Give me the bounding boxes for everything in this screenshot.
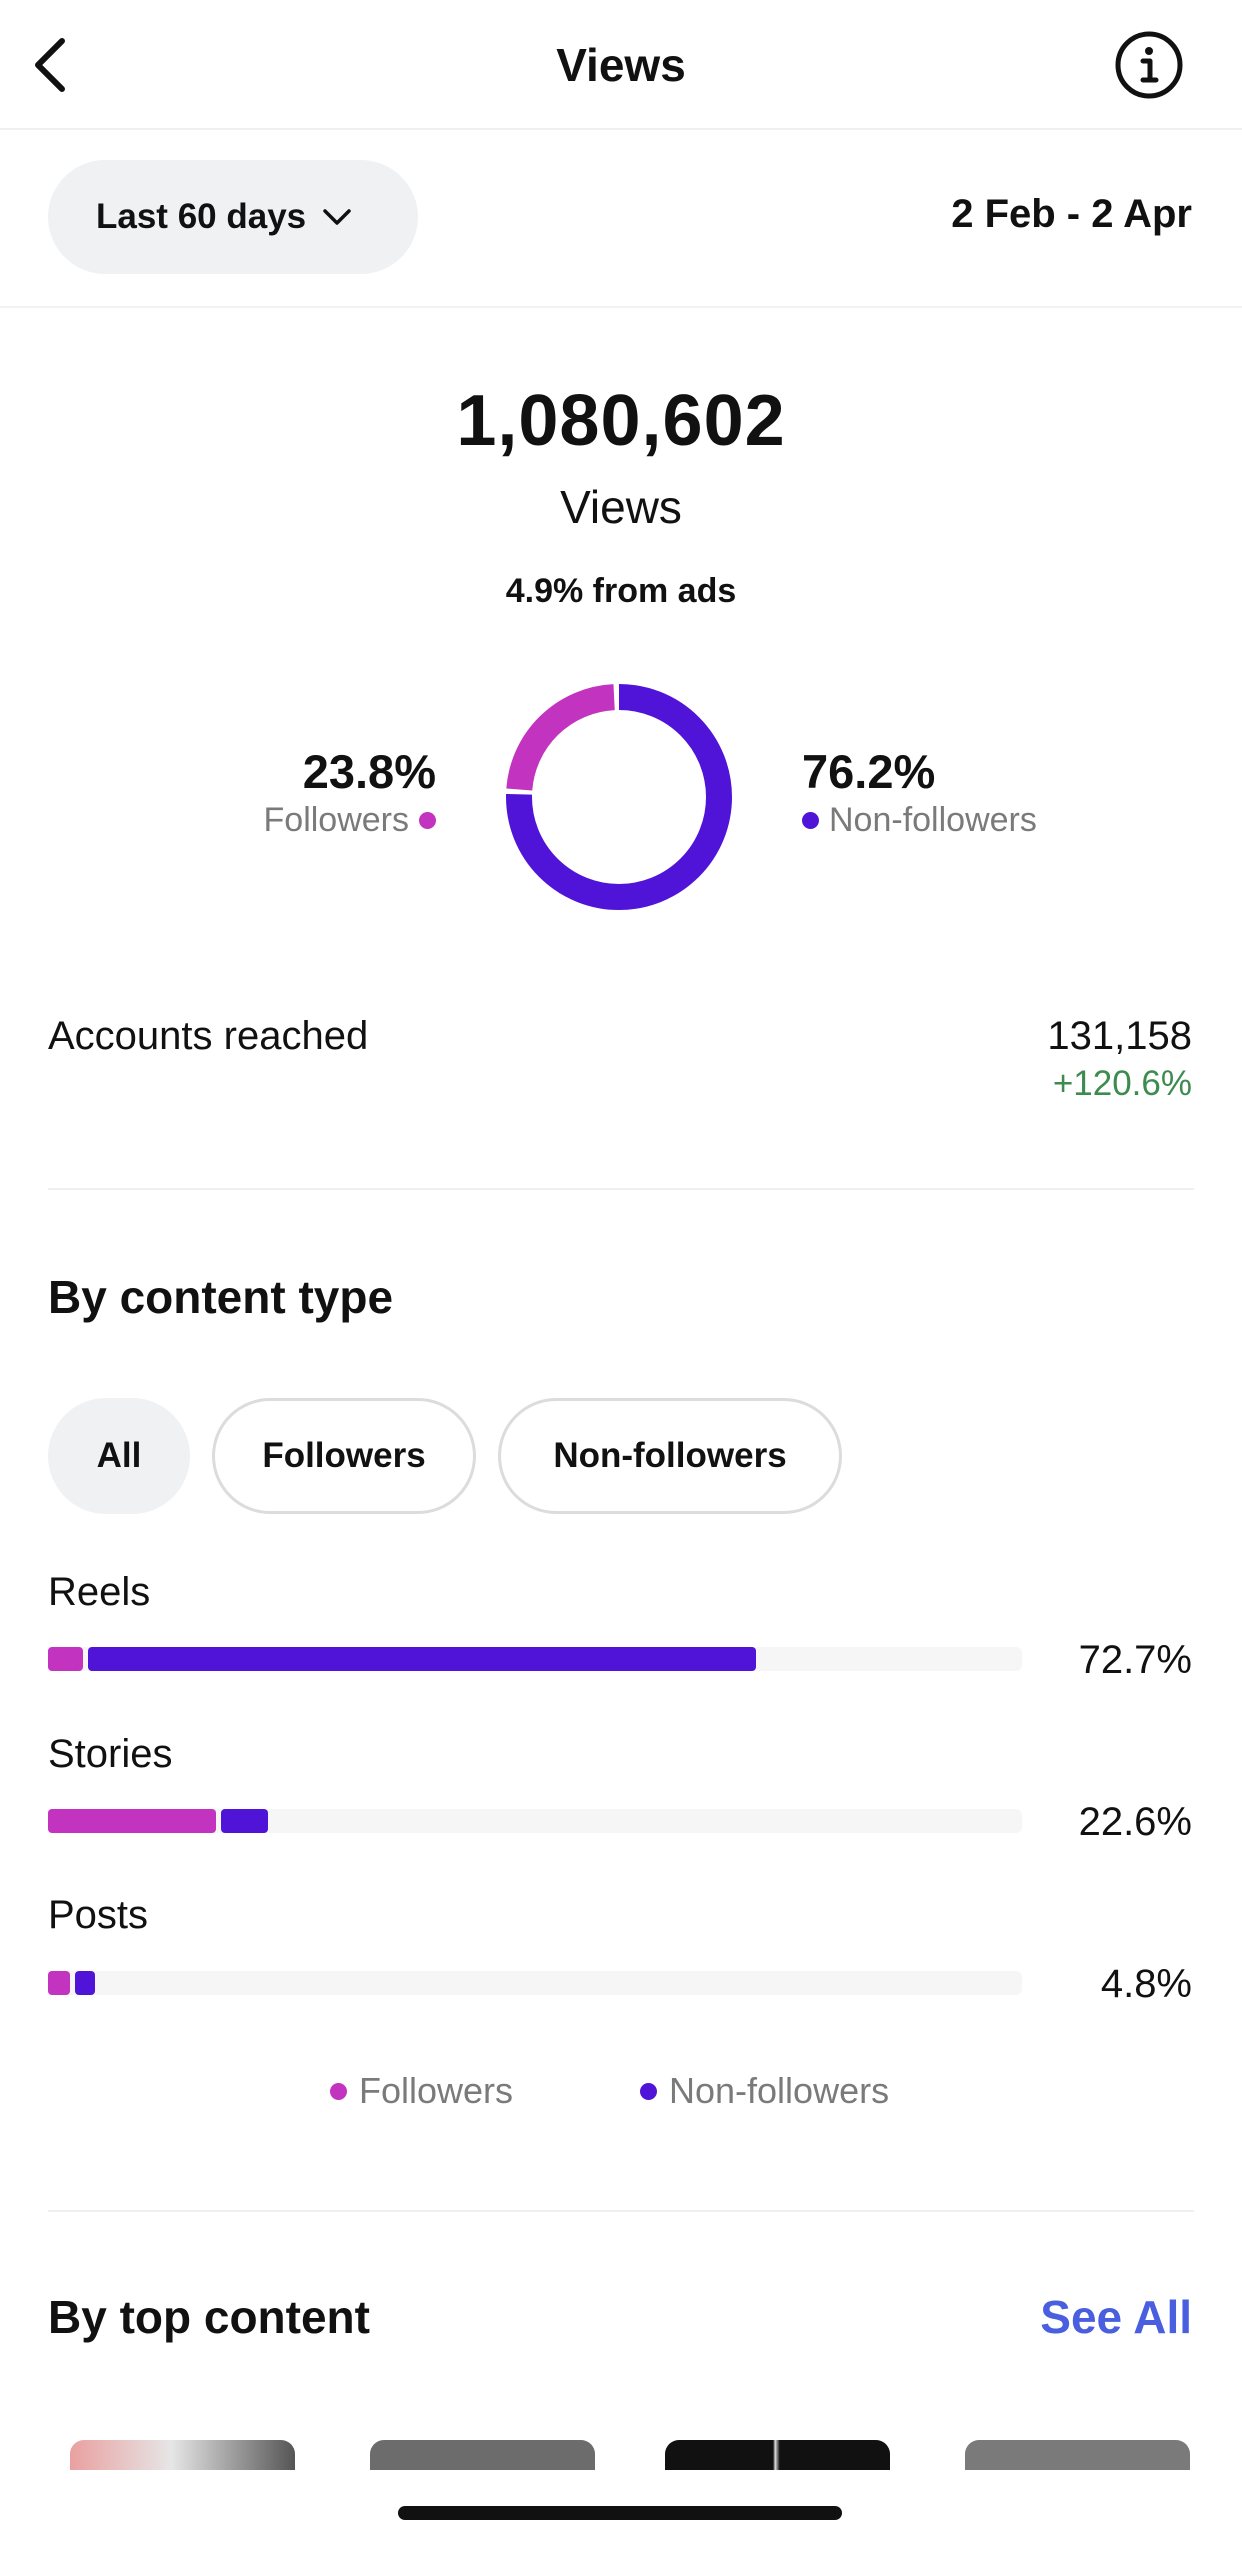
chevron-down-icon — [323, 209, 351, 225]
accounts-reached-change: +120.6% — [1052, 1064, 1192, 1103]
followers-label: Followers — [263, 801, 409, 839]
info-button[interactable] — [1114, 30, 1184, 100]
nonfollowers-dot — [802, 812, 819, 829]
content-type-title: By content type — [48, 1271, 394, 1323]
nonfollowers-percent: 76.2% — [802, 745, 936, 798]
top-content-thumbnail[interactable] — [370, 2440, 595, 2470]
reels-percent: 72.7% — [1078, 1638, 1192, 1682]
divider — [48, 2210, 1194, 2212]
total-views: 1,080,602 — [456, 381, 786, 461]
reels-label: Reels — [48, 1570, 151, 1614]
nonfollowers-share: 76.2% Non-followers — [802, 744, 1037, 840]
reels-nonfollowers-segment — [87, 1647, 757, 1671]
total-views-label: Views — [560, 481, 682, 533]
date-range-text: 2 Feb - 2 Apr — [951, 192, 1192, 236]
date-range-dropdown[interactable]: Last 60 days — [48, 160, 418, 274]
top-content-thumbnail[interactable] — [70, 2440, 295, 2470]
legend-followers: Followers — [330, 2070, 513, 2112]
stories-nonfollowers-segment — [221, 1809, 269, 1833]
posts-followers-segment — [48, 1971, 71, 1995]
legend-followers-dot — [330, 2082, 347, 2100]
posts-nonfollowers-segment — [75, 1971, 95, 1995]
top-content-title: By top content — [48, 2291, 370, 2343]
reels-bar — [48, 1647, 1022, 1671]
followers-percent: 23.8% — [302, 745, 436, 798]
followers-dot — [419, 812, 436, 829]
stories-followers-segment — [48, 1809, 217, 1833]
nonfollowers-legend: Non-followers — [802, 801, 1037, 840]
legend-nonfollowers: Non-followers — [640, 2070, 889, 2112]
followers-share: 23.8% Followers — [264, 744, 436, 840]
accounts-reached-label: Accounts reached — [48, 1014, 369, 1058]
stories-percent: 22.6% — [1078, 1800, 1192, 1844]
top-bar: Views — [0, 0, 1242, 130]
filter-bar: Last 60 days 2 Feb - 2 Apr — [0, 130, 1242, 308]
stories-bar — [48, 1809, 1022, 1833]
top-content-thumbnail[interactable] — [965, 2440, 1190, 2470]
top-content-thumbnail[interactable] — [665, 2440, 890, 2470]
chip-all[interactable]: All — [48, 1398, 190, 1514]
followers-legend: Followers — [264, 801, 436, 840]
stories-label: Stories — [48, 1732, 173, 1776]
posts-label: Posts — [48, 1893, 149, 1937]
legend-nonfollowers-label: Non-followers — [669, 2070, 890, 2111]
info-icon — [1115, 31, 1183, 99]
accounts-reached-value: 131,158 — [1047, 1014, 1192, 1058]
ads-share: 4.9% from ads — [505, 572, 737, 610]
chip-nonfollowers[interactable]: Non-followers — [498, 1398, 842, 1514]
date-range-dropdown-label: Last 60 days — [96, 197, 307, 236]
divider — [48, 1188, 1194, 1190]
nonfollowers-label: Non-followers — [829, 801, 1037, 839]
legend-nonfollowers-dot — [640, 2082, 657, 2100]
legend-followers-label: Followers — [359, 2070, 514, 2111]
reels-followers-segment — [48, 1647, 83, 1671]
see-all-link[interactable]: See All — [1040, 2290, 1192, 2344]
posts-bar — [48, 1971, 1022, 1995]
posts-percent: 4.8% — [1100, 1962, 1192, 2006]
home-indicator[interactable] — [398, 2506, 842, 2520]
chip-followers[interactable]: Followers — [212, 1398, 476, 1514]
page-title: Views — [556, 39, 686, 91]
audience-donut-chart — [506, 684, 732, 910]
